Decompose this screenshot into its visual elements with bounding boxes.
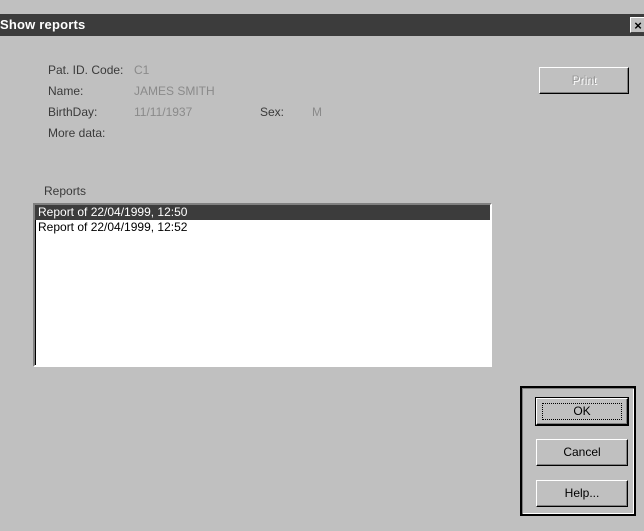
birthday-value: 11/11/1937 [134, 105, 193, 119]
patient-id-value: C1 [134, 63, 150, 77]
name-value: JAMES SMITH [134, 84, 215, 98]
ok-button[interactable]: OK [535, 397, 629, 426]
name-label: Name: [48, 84, 84, 98]
window-title: Show reports [0, 17, 86, 32]
show-reports-dialog: Show reports × Pat. ID. Code: C1 Name: J… [0, 0, 644, 531]
reports-listbox[interactable]: Report of 22/04/1999, 12:50 Report of 22… [33, 203, 492, 367]
list-item[interactable]: Report of 22/04/1999, 12:52 [35, 220, 490, 235]
focus-ring [542, 403, 622, 420]
patient-id-label: Pat. ID. Code: [48, 63, 124, 77]
sex-value: M [312, 105, 322, 119]
more-data-label: More data: [48, 126, 106, 140]
close-icon[interactable]: × [630, 17, 644, 33]
birthday-label: BirthDay: [48, 105, 98, 119]
title-bar[interactable]: Show reports × [0, 14, 644, 36]
sex-label: Sex: [260, 105, 285, 119]
reports-label: Reports [44, 184, 87, 198]
help-button[interactable]: Help... [536, 480, 628, 507]
list-item[interactable]: Report of 22/04/1999, 12:50 [35, 205, 490, 220]
cancel-button[interactable]: Cancel [536, 439, 628, 466]
print-button[interactable]: Print [539, 67, 629, 94]
